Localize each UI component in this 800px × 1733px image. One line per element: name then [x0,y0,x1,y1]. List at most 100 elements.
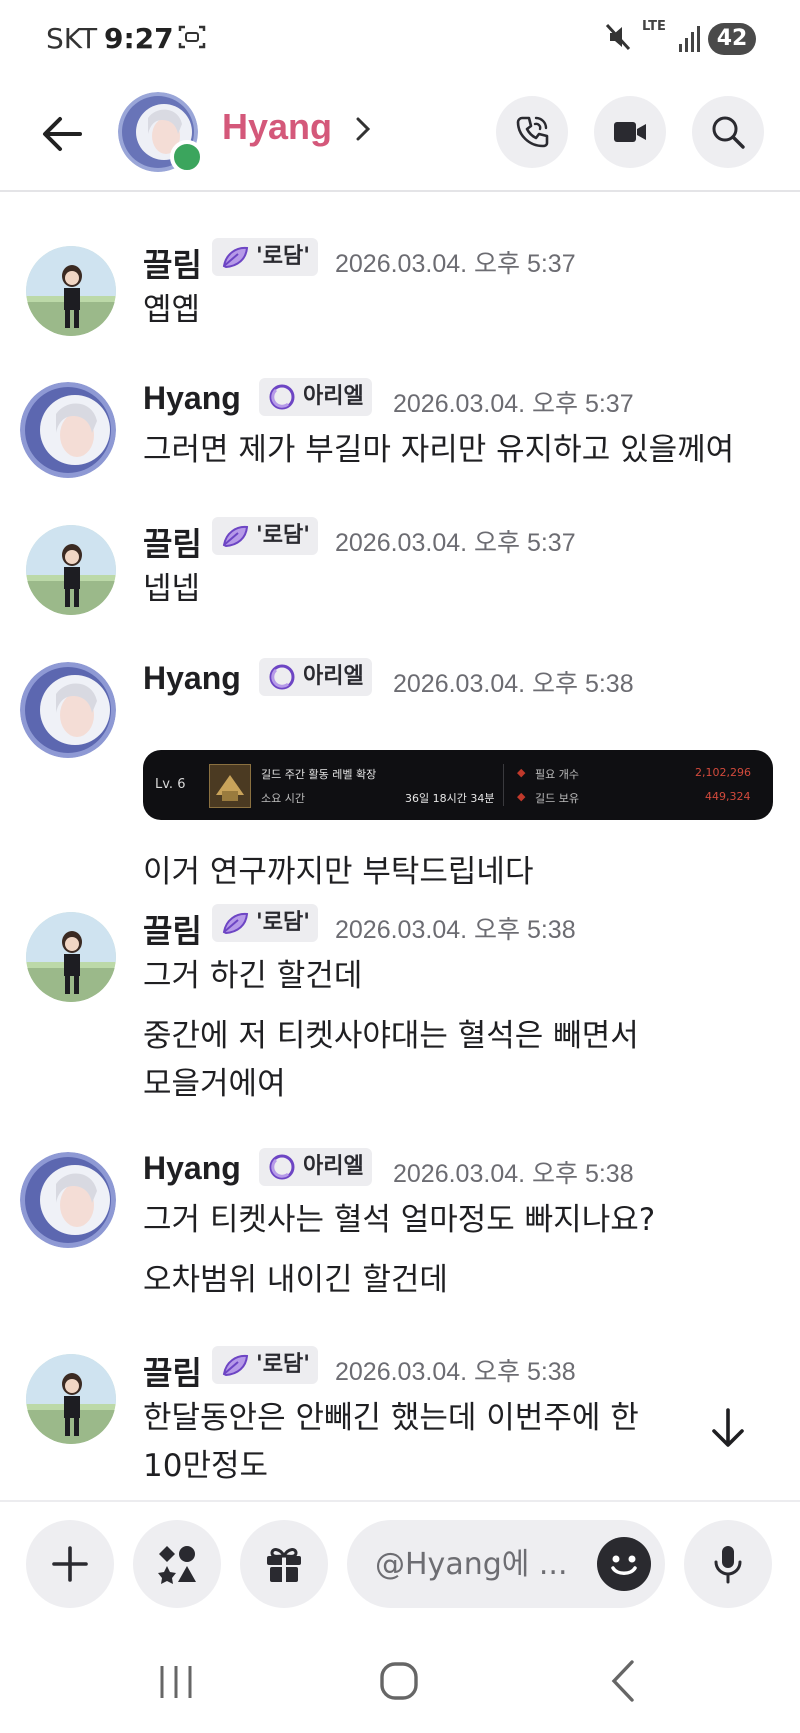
message-author[interactable]: Hyang [143,380,241,417]
guild-level: Lv. 6 [155,777,186,792]
message-text: 오차범위 내이긴 할건데 [143,1262,448,1298]
message-list[interactable]: 끌림 '로담' 2026.03.04. 오후 5:37 옙옙 Hyang 아리엘… [0,192,800,1500]
chevron-right-icon[interactable] [352,114,374,144]
timestamp: 2026.03.04. 오후 5:37 [335,250,576,278]
feather-icon [222,912,249,935]
server-tag[interactable]: '로담' [212,1346,318,1384]
chat-header: Hyang [0,78,800,192]
image-attachment[interactable]: Lv. 6 길드 주간 활동 레벨 확장 소요 시간 36일 18시간 34분 … [143,750,773,820]
recent-apps-icon[interactable] [156,1662,196,1702]
status-bar: SKT 9:27 LTE 42 [0,0,800,78]
back-chevron-icon[interactable] [608,1658,638,1704]
server-tag[interactable]: '로담' [212,904,318,942]
server-tag[interactable]: '로담' [212,517,318,555]
gift-icon [267,1548,301,1582]
message-text: 그거 티켓사는 혈석 얼마정도 빠지나요? [143,1202,656,1238]
server-tag[interactable]: 아리엘 [259,1148,372,1186]
plus-icon [52,1546,88,1582]
server-tag[interactable]: 아리엘 [259,658,372,696]
avatar[interactable] [26,525,116,615]
scroll-down-arrow-icon[interactable] [700,1400,756,1456]
avatar[interactable] [20,382,116,478]
crescent-moon-icon [269,384,295,410]
message-author[interactable]: 끌림 [143,1348,202,1394]
search-icon [712,116,745,149]
timestamp: 2026.03.04. 오후 5:37 [335,529,576,557]
required-value: 2,102,296 [695,766,751,779]
message-author[interactable]: 끌림 [143,519,202,565]
video-call-button[interactable] [594,96,666,168]
server-tag-label: '로담' [256,523,310,548]
server-tag[interactable]: 아리엘 [259,378,372,416]
screenshot-icon [178,25,206,49]
phone-icon [516,116,549,148]
blood-stone-icon: ◆ [517,790,526,803]
home-icon[interactable] [378,1660,420,1702]
message-text: 모을거에여 [143,1066,286,1102]
message-text: 그러면 제가 부길마 자리만 유지하고 있을께여 [143,432,735,468]
avatar[interactable] [26,246,116,336]
timestamp: 2026.03.04. 오후 5:38 [393,1160,634,1188]
apps-button[interactable] [133,1520,221,1608]
message-input[interactable] [375,1542,585,1586]
message-text: 10만정도 [143,1448,269,1484]
attach-button[interactable] [26,1520,114,1608]
message-author[interactable]: 끌림 [143,240,202,286]
header-username[interactable]: Hyang [222,106,332,148]
voice-message-button[interactable] [684,1520,772,1608]
server-tag-label: 아리엘 [303,664,364,689]
message-text: 넵넵 [143,571,201,607]
timestamp: 2026.03.04. 오후 5:38 [335,1358,576,1386]
clock: 9:27 [104,22,174,55]
feather-icon [222,246,249,269]
owned-label: 길드 보유 [535,792,579,805]
divider [503,764,504,806]
avatar[interactable] [20,662,116,758]
duration-label: 소요 시간 [261,792,305,805]
signal-icon [679,26,700,52]
gift-button[interactable] [240,1520,328,1608]
server-tag-label: '로담' [256,244,310,269]
lte-icon: LTE [642,19,666,34]
owned-value: 449,324 [705,790,751,803]
message-text: 그거 하긴 할건데 [143,958,363,994]
guild-building-icon [209,764,251,808]
timestamp: 2026.03.04. 오후 5:38 [335,916,576,944]
system-nav-bar [0,1612,800,1733]
server-tag[interactable]: '로담' [212,238,318,276]
message-text: 이거 연구까지만 부탁드립네다 [143,854,534,890]
server-tag-label: 아리엘 [303,1154,364,1179]
carrier-label: SKT [46,22,98,55]
message-text: 중간에 저 티켓사야대는 혈석은 빼면서 [143,1018,639,1054]
emoji-button[interactable] [597,1537,651,1591]
search-button[interactable] [692,96,764,168]
server-tag-label: '로담' [256,1352,310,1377]
message-author[interactable]: Hyang [143,1150,241,1187]
feather-icon [222,1354,249,1377]
timestamp: 2026.03.04. 오후 5:37 [393,390,634,418]
message-text: 한달동안은 안빼긴 했는데 이번주에 한 [143,1400,639,1436]
back-arrow-icon[interactable] [36,108,88,160]
message-author[interactable]: Hyang [143,660,241,697]
message-input-container[interactable] [347,1520,665,1608]
avatar[interactable] [26,912,116,1002]
blood-stone-icon: ◆ [517,766,526,779]
avatar[interactable] [26,1354,116,1444]
battery-indicator: 42 [708,23,756,55]
duration-value: 36일 18시간 34분 [405,792,495,805]
upgrade-title: 길드 주간 활동 레벨 확장 [261,768,377,781]
apps-icon [158,1546,196,1584]
crescent-moon-icon [269,664,295,690]
feather-icon [222,525,249,548]
online-status-dot [170,140,204,174]
smiley-icon [611,1555,637,1575]
crescent-moon-icon [269,1154,295,1180]
required-label: 필요 개수 [535,768,579,781]
voice-call-button[interactable] [496,96,568,168]
server-tag-label: '로담' [256,910,310,935]
timestamp: 2026.03.04. 오후 5:38 [393,670,634,698]
avatar[interactable] [20,1152,116,1248]
message-author[interactable]: 끌림 [143,906,202,952]
server-tag-label: 아리엘 [303,384,364,409]
message-text: 옙옙 [143,292,201,328]
